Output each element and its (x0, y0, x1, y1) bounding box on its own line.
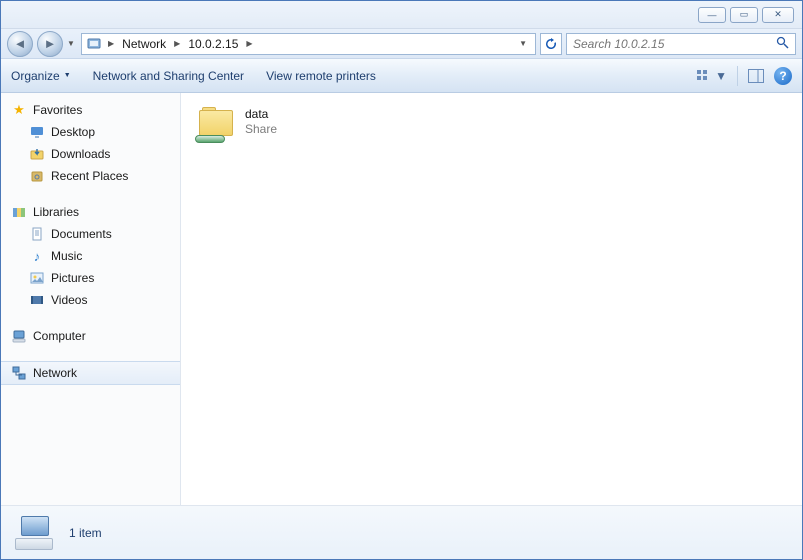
videos-icon (29, 292, 45, 308)
chevron-icon: ▶ (104, 39, 118, 48)
help-button[interactable]: ? (774, 67, 792, 85)
downloads-icon (29, 146, 45, 162)
chevron-icon: ▶ (170, 39, 184, 48)
sidebar-libraries[interactable]: Libraries (1, 201, 180, 223)
sidebar-favorites[interactable]: ★ Favorites (1, 99, 180, 121)
nav-row: ◄ ► ▼ ▶ Network ▶ 10.0.2.15 ▶ ▼ (1, 29, 802, 59)
chevron-down-icon: ▼ (64, 72, 71, 79)
network-sharing-center-button[interactable]: Network and Sharing Center (93, 69, 244, 83)
sidebar-downloads[interactable]: Downloads (1, 143, 180, 165)
content-pane[interactable]: data Share (181, 93, 802, 505)
search-box[interactable] (566, 33, 796, 55)
sidebar-item-label: Recent Places (51, 169, 128, 183)
sidebar-network[interactable]: Network (1, 361, 180, 385)
sidebar-desktop[interactable]: Desktop (1, 121, 180, 143)
title-bar: — ▭ ✕ (1, 1, 802, 29)
sidebar-documents[interactable]: Documents (1, 223, 180, 245)
libraries-icon (11, 204, 27, 220)
shared-folder-icon (195, 107, 237, 143)
share-item-data[interactable]: data Share (191, 103, 281, 147)
sidebar-pictures[interactable]: Pictures (1, 267, 180, 289)
maximize-button[interactable]: ▭ (730, 7, 758, 23)
address-bar[interactable]: ▶ Network ▶ 10.0.2.15 ▶ ▼ (81, 33, 536, 55)
computer-icon (15, 516, 55, 550)
sidebar-recent-places[interactable]: Recent Places (1, 165, 180, 187)
item-subtitle: Share (245, 122, 277, 136)
chevron-down-icon: ▼ (715, 69, 727, 83)
sidebar-item-label: Music (51, 249, 82, 263)
sidebar-item-label: Downloads (51, 147, 110, 161)
recent-places-icon (29, 168, 45, 184)
remote-label: View remote printers (266, 69, 376, 83)
divider (737, 66, 738, 86)
sidebar-item-label: Computer (33, 329, 86, 343)
sidebar-computer[interactable]: Computer (1, 325, 180, 347)
refresh-button[interactable] (540, 33, 562, 55)
command-bar: Organize ▼ Network and Sharing Center Vi… (1, 59, 802, 93)
sidebar-music[interactable]: ♪ Music (1, 245, 180, 267)
view-remote-printers-button[interactable]: View remote printers (266, 69, 376, 83)
chevron-icon: ▶ (242, 39, 256, 48)
sidebar-item-label: Favorites (33, 103, 82, 117)
search-input[interactable] (573, 37, 772, 51)
status-text: 1 item (69, 526, 102, 540)
view-options-button[interactable]: ▼ (697, 69, 727, 83)
navigation-pane: ★ Favorites Desktop Downloads Recent Pl (1, 93, 181, 505)
desktop-icon (29, 124, 45, 140)
organize-label: Organize (11, 69, 60, 83)
sidebar-item-label: Desktop (51, 125, 95, 139)
back-button[interactable]: ◄ (7, 31, 33, 57)
sidebar-item-label: Libraries (33, 205, 79, 219)
sharing-label: Network and Sharing Center (93, 69, 244, 83)
location-icon (86, 36, 102, 52)
sidebar-item-label: Network (33, 366, 77, 380)
preview-pane-button[interactable] (748, 69, 764, 83)
breadcrumb-host[interactable]: 10.0.2.15 (186, 37, 240, 51)
star-icon: ★ (11, 102, 27, 118)
body: ★ Favorites Desktop Downloads Recent Pl (1, 93, 802, 505)
minimize-button[interactable]: — (698, 7, 726, 23)
history-dropdown[interactable]: ▼ (67, 39, 77, 48)
search-icon (776, 36, 789, 52)
documents-icon (29, 226, 45, 242)
organize-menu[interactable]: Organize ▼ (11, 69, 71, 83)
computer-icon (11, 328, 27, 344)
forward-button[interactable]: ► (37, 31, 63, 57)
breadcrumb-network[interactable]: Network (120, 37, 168, 51)
sidebar-videos[interactable]: Videos (1, 289, 180, 311)
details-pane: 1 item (1, 505, 802, 559)
music-icon: ♪ (29, 248, 45, 264)
close-button[interactable]: ✕ (762, 7, 794, 23)
address-dropdown[interactable]: ▼ (515, 39, 531, 48)
sidebar-item-label: Documents (51, 227, 112, 241)
pictures-icon (29, 270, 45, 286)
sidebar-item-label: Pictures (51, 271, 94, 285)
item-name: data (245, 107, 277, 121)
sidebar-item-label: Videos (51, 293, 87, 307)
network-icon (11, 365, 27, 381)
